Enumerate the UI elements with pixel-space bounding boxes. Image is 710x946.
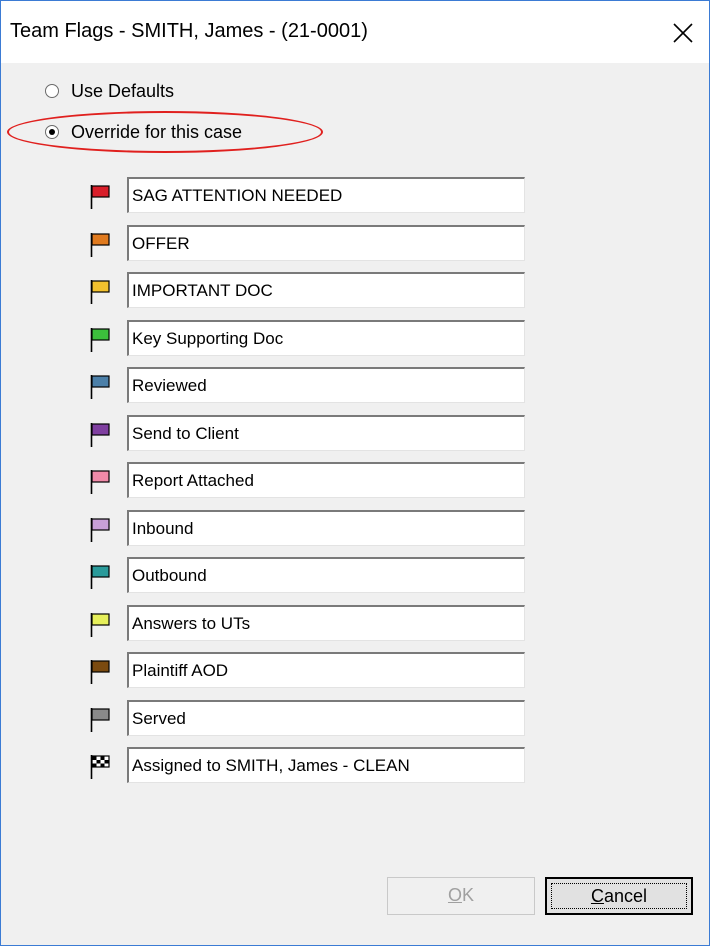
flag-icon [87, 517, 115, 543]
flag-label-input[interactable]: Answers to UTs [127, 604, 525, 641]
flag-icon [87, 327, 115, 353]
ok-mnemonic: O [447, 885, 462, 905]
cancel-button[interactable]: Cancel [545, 877, 693, 915]
ok-button[interactable]: OK [387, 877, 535, 915]
flag-label-input[interactable]: SAG ATTENTION NEEDED [127, 177, 525, 213]
flag-icon [87, 422, 115, 448]
flag-label-input[interactable]: Send to Client [127, 414, 525, 451]
flag-icon [87, 374, 115, 400]
use-defaults-option[interactable]: Use Defaults [45, 79, 174, 103]
flag-icon [87, 469, 115, 495]
highlight-annotation [7, 111, 323, 153]
flag-icon [87, 707, 115, 733]
flag-row: Inbound [87, 509, 531, 550]
team-flags-dialog: Team Flags - SMITH, James - (21-0001) Us… [0, 0, 710, 946]
close-icon [673, 23, 693, 43]
flag-label-input[interactable]: Assigned to SMITH, James - CLEAN [127, 747, 525, 783]
flag-label-input[interactable]: Outbound [127, 557, 525, 593]
focus-rectangle [551, 883, 687, 909]
flag-row: Reviewed [87, 367, 531, 407]
flag-row: Served [87, 699, 531, 740]
flag-row: Send to Client [87, 414, 531, 455]
flag-row: OFFER [87, 224, 531, 265]
flag-label-input[interactable]: Served [127, 699, 525, 736]
flag-row: SAG ATTENTION NEEDED [87, 177, 531, 217]
title-bar[interactable]: Team Flags - SMITH, James - (21-0001) [1, 1, 709, 63]
flag-icon [87, 612, 115, 638]
flag-label-input[interactable]: IMPORTANT DOC [127, 272, 525, 308]
flag-icon [87, 659, 115, 685]
flag-label-input[interactable]: Plaintiff AOD [127, 652, 525, 688]
ok-label: K [462, 885, 475, 905]
use-defaults-label[interactable]: Use Defaults [71, 81, 174, 102]
flag-row: Outbound [87, 557, 531, 597]
flag-label-input[interactable]: Reviewed [127, 367, 525, 403]
flag-label-input[interactable]: Report Attached [127, 462, 525, 498]
flag-icon [87, 279, 115, 305]
flag-label-input[interactable]: Inbound [127, 509, 525, 546]
window-title: Team Flags - SMITH, James - (21-0001) [10, 20, 368, 42]
flag-row: Plaintiff AOD [87, 652, 531, 692]
flag-row: Key Supporting Doc [87, 319, 531, 360]
use-defaults-radio[interactable] [45, 84, 59, 98]
flag-label-input[interactable]: OFFER [127, 224, 525, 261]
flag-row: Report Attached [87, 462, 531, 502]
checkered-flag-icon [87, 754, 115, 780]
flag-icon [87, 184, 115, 210]
flag-label-input[interactable]: Key Supporting Doc [127, 319, 525, 356]
flag-row: Answers to UTs [87, 604, 531, 645]
flag-icon [87, 232, 115, 258]
flag-row: Assigned to SMITH, James - CLEAN [87, 747, 531, 787]
flag-icon [87, 564, 115, 590]
close-button[interactable] [657, 1, 709, 63]
flag-row: IMPORTANT DOC [87, 272, 531, 312]
